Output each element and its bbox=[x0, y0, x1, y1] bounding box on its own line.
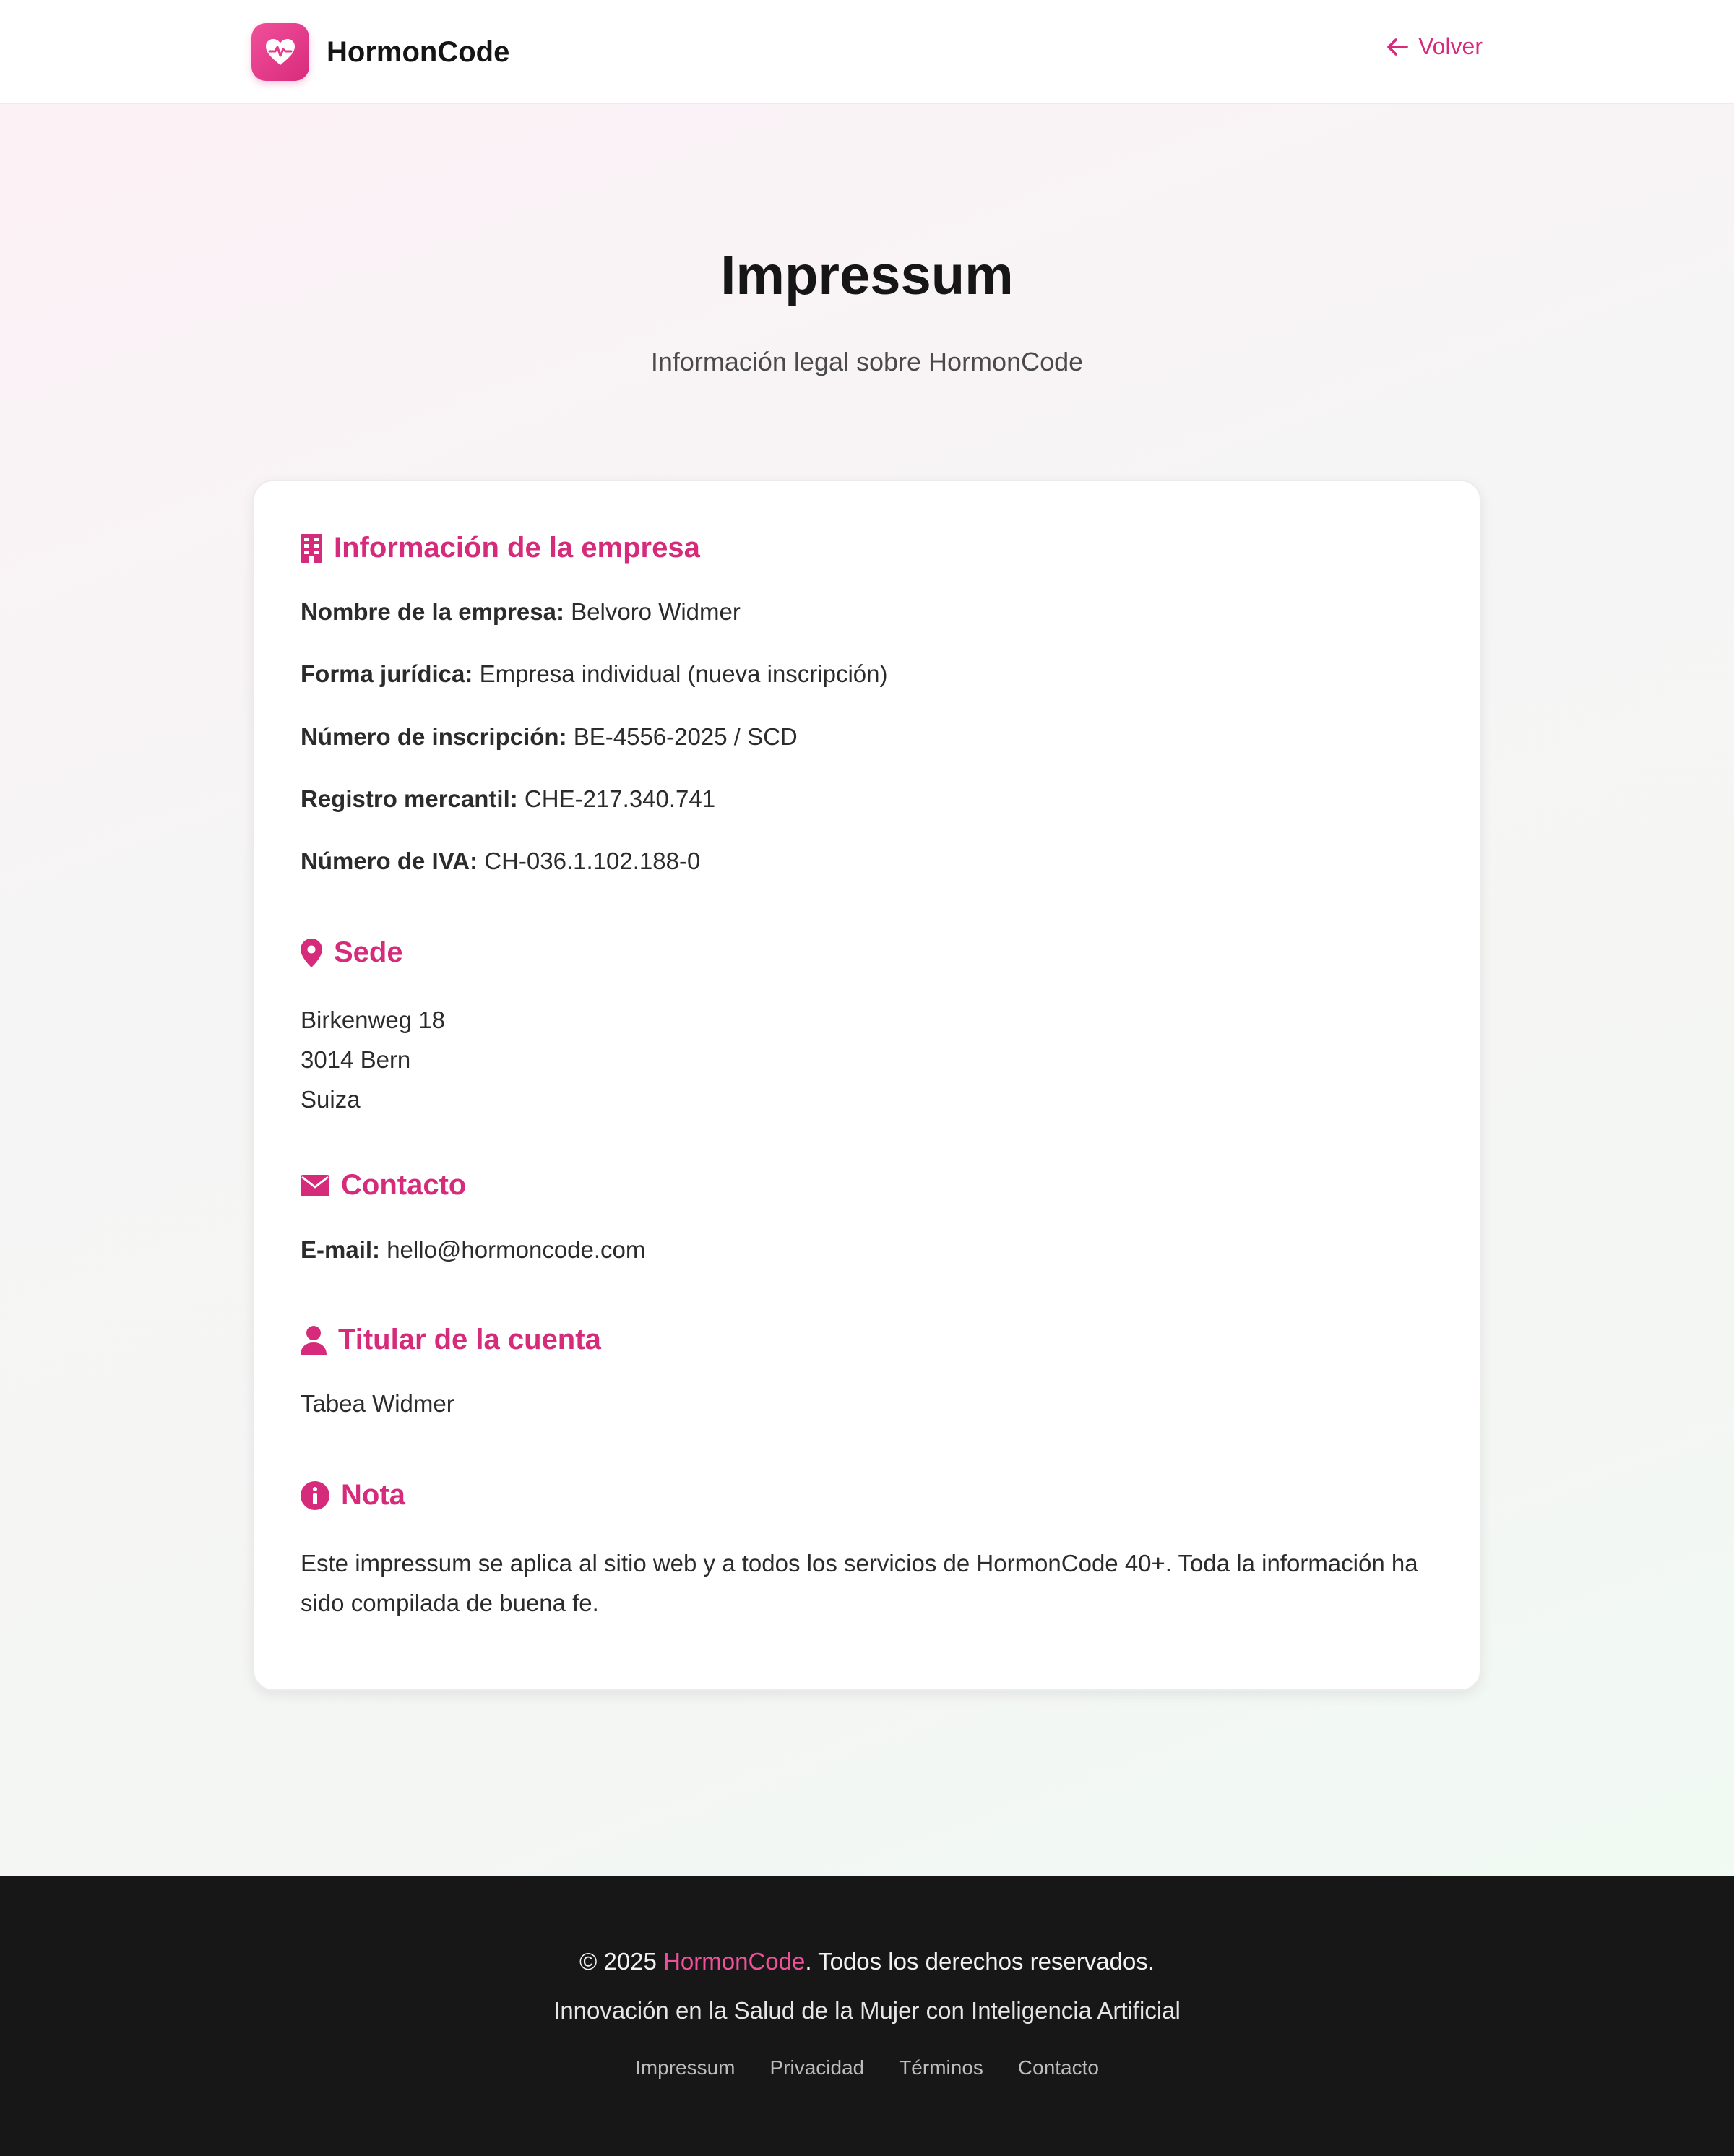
copyright-suffix: . Todos los derechos reservados. bbox=[805, 1948, 1155, 1975]
site-footer: © 2025 HormonCode. Todos los derechos re… bbox=[0, 1876, 1734, 2156]
address-street: Birkenweg 18 bbox=[301, 1006, 445, 1033]
row-value: Empresa individual (nueva inscripción) bbox=[479, 660, 888, 687]
user-icon bbox=[301, 1325, 327, 1355]
email-label: E-mail: bbox=[301, 1236, 381, 1263]
footer-nav: Impressum Privacidad Términos Contacto bbox=[0, 2056, 1734, 2079]
address-city: 3014 Bern bbox=[301, 1046, 411, 1073]
seat-heading: Sede bbox=[301, 936, 403, 969]
row-label: Número de IVA: bbox=[301, 848, 478, 874]
commercial-register-row: Registro mercantil: CHE-217.340.741 bbox=[301, 785, 715, 813]
company-name-row: Nombre de la empresa: Belvoro Widmer bbox=[301, 598, 741, 626]
seat-address: Birkenweg 18 3014 Bern Suiza bbox=[301, 1000, 445, 1119]
note-text: Este impressum se aplica al sitio web y … bbox=[301, 1550, 1418, 1616]
row-label: Número de inscripción: bbox=[301, 723, 567, 750]
envelope-icon bbox=[301, 1174, 329, 1196]
row-label: Nombre de la empresa: bbox=[301, 598, 564, 625]
brand-name: HormonCode bbox=[327, 35, 510, 68]
page-title: Impressum bbox=[720, 245, 1014, 306]
footer-link-privacy[interactable]: Privacidad bbox=[769, 2056, 864, 2079]
contact-heading-label: Contacto bbox=[341, 1169, 467, 1201]
footer-link-contact[interactable]: Contacto bbox=[1018, 2056, 1099, 2079]
company-heading-label: Información de la empresa bbox=[334, 532, 700, 564]
email-row: E-mail: hello@hormoncode.com bbox=[301, 1236, 645, 1264]
site-header: HormonCode Volver bbox=[0, 0, 1734, 104]
copyright: © 2025 HormonCode. Todos los derechos re… bbox=[0, 1948, 1734, 1975]
vat-number-row: Número de IVA: CH-036.1.102.188-0 bbox=[301, 848, 700, 875]
arrow-left-icon bbox=[1387, 38, 1408, 56]
address-country: Suiza bbox=[301, 1086, 361, 1113]
back-label: Volver bbox=[1418, 33, 1483, 59]
row-value: Belvoro Widmer bbox=[571, 598, 741, 625]
footer-link-impressum[interactable]: Impressum bbox=[635, 2056, 735, 2079]
account-holder-name: Tabea Widmer bbox=[301, 1390, 454, 1417]
info-circle-icon bbox=[301, 1480, 329, 1510]
email-value[interactable]: hello@hormoncode.com bbox=[387, 1236, 645, 1263]
building-icon bbox=[301, 533, 322, 563]
footer-link-terms[interactable]: Términos bbox=[899, 2056, 983, 2079]
impressum-card: Información de la empresa Nombre de la e… bbox=[253, 480, 1481, 1691]
account-heading: Titular de la cuenta bbox=[301, 1324, 601, 1356]
note-heading-label: Nota bbox=[341, 1479, 405, 1511]
map-pin-icon bbox=[301, 938, 322, 967]
page-subtitle: Información legal sobre HormonCode bbox=[650, 347, 1084, 376]
legal-form-row: Forma jurídica: Empresa individual (nuev… bbox=[301, 660, 888, 688]
copyright-brand: HormonCode bbox=[663, 1948, 806, 1975]
contact-heading: Contacto bbox=[301, 1169, 466, 1202]
seat-heading-label: Sede bbox=[334, 936, 403, 968]
footer-tagline: Innovación en la Salud de la Mujer con I… bbox=[553, 1997, 1181, 2024]
row-value: CHE-217.340.741 bbox=[524, 785, 716, 812]
account-heading-label: Titular de la cuenta bbox=[338, 1324, 601, 1355]
company-heading: Información de la empresa bbox=[301, 532, 700, 564]
note-heading: Nota bbox=[301, 1479, 405, 1512]
brand-logo[interactable]: HormonCode bbox=[251, 23, 509, 81]
copyright-prefix: © 2025 bbox=[579, 1948, 664, 1975]
heart-pulse-icon bbox=[251, 23, 309, 81]
back-link[interactable]: Volver bbox=[1386, 33, 1483, 60]
registration-number-row: Número de inscripción: BE-4556-2025 / SC… bbox=[301, 723, 798, 751]
row-label: Forma jurídica: bbox=[301, 660, 473, 687]
row-value: BE-4556-2025 / SCD bbox=[573, 723, 798, 750]
row-label: Registro mercantil: bbox=[301, 785, 518, 812]
row-value: CH-036.1.102.188-0 bbox=[484, 848, 701, 874]
